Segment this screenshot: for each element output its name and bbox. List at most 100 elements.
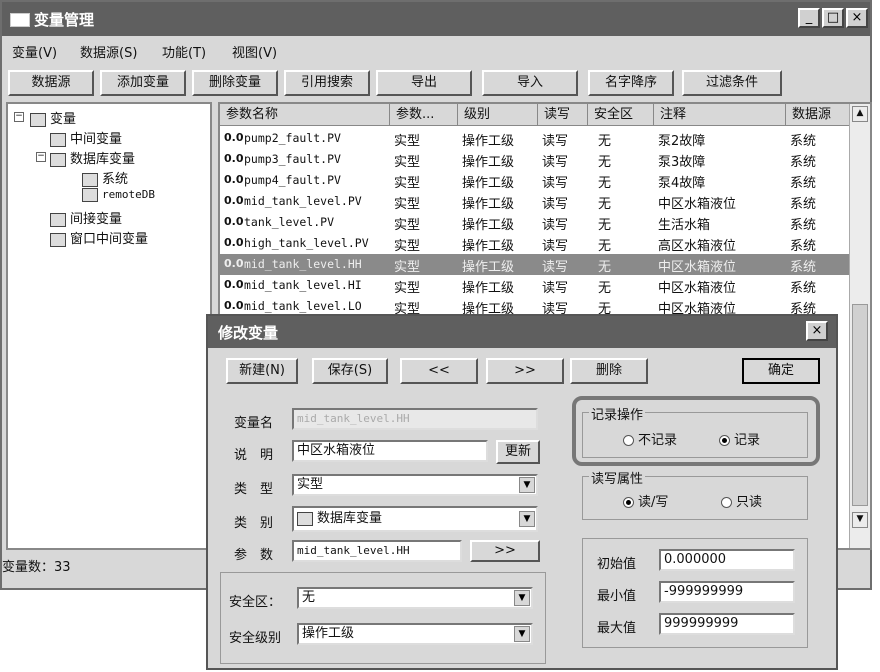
zone-cell: 无 xyxy=(598,218,612,233)
tree-item-window-intermediate[interactable]: 窗口中间变量 xyxy=(50,228,148,247)
level-cell: 操作工级 xyxy=(462,176,515,191)
variable-tree[interactable]: − 变量 中间变量 − 数据库变量 系统 remoteDB 间接变量 窗口中间变… xyxy=(6,102,212,550)
tree-item-remotedb[interactable]: remoteDB xyxy=(82,188,155,202)
table-row[interactable]: 0.0 mid_tank_level.HI 实型 操作工级 读写 无 中区水箱液位 系统 xyxy=(220,275,852,296)
rw-cell: 读写 xyxy=(542,155,569,170)
window-icon xyxy=(10,13,30,27)
scroll-thumb[interactable] xyxy=(852,304,868,506)
name-cell: pump3_fault.PV xyxy=(244,152,341,166)
vertical-scrollbar[interactable]: ▲ ▼ xyxy=(849,104,870,548)
zone-select[interactable]: 无 ▼ xyxy=(297,587,533,609)
update-button[interactable]: 更新 xyxy=(496,440,540,464)
type-cell: 实型 xyxy=(394,239,421,254)
delete-variable-button[interactable]: 删除变量 xyxy=(192,70,278,96)
type-select[interactable]: 实型 ▼ xyxy=(292,474,538,496)
init-field[interactable]: 0.000000 xyxy=(659,549,795,571)
name-cell: mid_tank_level.HH xyxy=(244,257,362,271)
dialog-close-button[interactable]: × xyxy=(806,321,828,341)
next-button[interactable]: >> xyxy=(486,358,564,384)
value-cell: 0.0 xyxy=(224,173,244,186)
name-cell: mid_tank_level.HI xyxy=(244,278,362,292)
chevron-down-icon[interactable]: ▼ xyxy=(519,477,535,493)
tree-item-intermediate[interactable]: 中间变量 xyxy=(50,128,122,147)
param-field[interactable]: mid_tank_level.HH xyxy=(292,540,462,562)
comment-cell: 泵2故障 xyxy=(658,134,706,149)
menu-variable[interactable]: 变量(V) xyxy=(12,42,57,61)
tree-root[interactable]: 变量 xyxy=(30,108,76,127)
export-button[interactable]: 导出 xyxy=(376,70,472,96)
menu-datasource[interactable]: 数据源(S) xyxy=(80,42,137,61)
tree-item-indirect[interactable]: 间接变量 xyxy=(50,208,122,227)
new-button[interactable]: 新建(N) xyxy=(226,358,298,384)
chevron-down-icon[interactable]: ▼ xyxy=(514,626,530,642)
zone-cell: 无 xyxy=(598,134,612,149)
col-header-name[interactable]: 参数名称 xyxy=(220,104,390,126)
menu-bar: 变量(V) 数据源(S) 功能(T) 视图(V) xyxy=(2,38,870,62)
name-field[interactable]: mid_tank_level.HH xyxy=(292,408,538,430)
table-row[interactable]: 0.0 tank_level.PV 实型 操作工级 读写 无 生活水箱 系统 xyxy=(220,212,852,233)
scroll-up-icon[interactable]: ▲ xyxy=(852,106,868,122)
table-row[interactable]: 0.0 high_tank_level.PV 实型 操作工级 读写 无 高区水箱液位 系统 xyxy=(220,233,852,254)
record-radio[interactable]: 记录 xyxy=(719,429,760,448)
col-header-type[interactable]: 参数... xyxy=(390,104,458,126)
table-row[interactable]: 0.0 pump2_fault.PV 实型 操作工级 读写 无 泵2故障 系统 xyxy=(220,128,852,149)
chevron-down-icon[interactable]: ▼ xyxy=(519,511,535,527)
col-header-comment[interactable]: 注释 xyxy=(654,104,786,126)
table-row[interactable]: 0.0 pump3_fault.PV 实型 操作工级 读写 无 泵3故障 系统 xyxy=(220,149,852,170)
source-cell: 系统 xyxy=(790,281,817,296)
max-field[interactable]: 999999999 xyxy=(659,613,795,635)
minimize-button[interactable]: _ xyxy=(798,8,820,28)
name-desc-sort-button[interactable]: 名字降序 xyxy=(588,70,674,96)
type-cell: 实型 xyxy=(394,281,421,296)
col-header-source[interactable]: 数据源 xyxy=(786,104,852,126)
menu-function[interactable]: 功能(T) xyxy=(162,42,206,61)
no-record-radio[interactable]: 不记录 xyxy=(623,429,677,448)
filter-button[interactable]: 过滤条件 xyxy=(682,70,782,96)
table-row[interactable]: 0.0 mid_tank_level.PV 实型 操作工级 读写 无 中区水箱液位 系统 xyxy=(220,191,852,212)
chevron-down-icon[interactable]: ▼ xyxy=(514,590,530,606)
ok-button[interactable]: 确定 xyxy=(742,358,820,384)
add-variable-button[interactable]: 添加变量 xyxy=(100,70,186,96)
dialog-title-bar[interactable]: 修改变量 × xyxy=(208,316,836,348)
import-button[interactable]: 导入 xyxy=(482,70,578,96)
scroll-down-icon[interactable]: ▼ xyxy=(852,512,868,528)
source-cell: 系统 xyxy=(790,134,817,149)
desc-field[interactable]: 中区水箱液位 xyxy=(292,440,488,462)
value-cell: 0.0 xyxy=(224,236,244,249)
min-field[interactable]: -999999999 xyxy=(659,581,795,603)
param-browse-button[interactable]: >> xyxy=(470,540,540,562)
maximize-button[interactable]: □ xyxy=(822,8,844,28)
collapse-icon[interactable]: − xyxy=(36,152,46,162)
dialog-title: 修改变量 xyxy=(218,324,279,342)
title-bar[interactable]: 变量管理 _ □ × xyxy=(2,2,870,36)
value-cell: 0.0 xyxy=(224,152,244,165)
tree-item-system[interactable]: 系统 xyxy=(82,168,128,187)
close-button[interactable]: × xyxy=(846,8,868,28)
datasource-button[interactable]: 数据源 xyxy=(8,70,94,96)
prev-button[interactable]: << xyxy=(400,358,478,384)
col-header-zone[interactable]: 安全区 xyxy=(588,104,654,126)
name-cell: pump4_fault.PV xyxy=(244,173,341,187)
table-row[interactable]: 0.0 mid_tank_level.HH 实型 操作工级 读写 无 中区水箱液位 系统 xyxy=(220,254,852,275)
value-cell: 0.0 xyxy=(224,215,244,228)
computer-icon xyxy=(82,172,98,187)
col-header-level[interactable]: 级别 xyxy=(458,104,538,126)
col-header-rw[interactable]: 读写 xyxy=(538,104,588,126)
menu-view[interactable]: 视图(V) xyxy=(232,42,277,61)
tree-item-database[interactable]: 数据库变量 xyxy=(50,148,135,167)
read-only-radio[interactable]: 只读 xyxy=(721,491,762,510)
comment-cell: 中区水箱液位 xyxy=(658,260,737,275)
read-write-radio[interactable]: 读/写 xyxy=(623,491,668,510)
save-button[interactable]: 保存(S) xyxy=(312,358,388,384)
level-select[interactable]: 操作工级 ▼ xyxy=(297,623,533,645)
delete-button[interactable]: 删除 xyxy=(570,358,648,384)
category-select[interactable]: 数据库变量 ▼ xyxy=(292,506,538,532)
zone-cell: 无 xyxy=(598,176,612,191)
table-row[interactable]: 0.0 pump4_fault.PV 实型 操作工级 读写 无 泵4故障 系统 xyxy=(220,170,852,191)
type-cell: 实型 xyxy=(394,197,421,212)
reference-search-button[interactable]: 引用搜索 xyxy=(284,70,370,96)
collapse-icon[interactable]: − xyxy=(14,112,24,122)
comment-cell: 生活水箱 xyxy=(658,218,711,233)
folder-icon xyxy=(50,232,66,247)
folder-icon xyxy=(50,212,66,227)
